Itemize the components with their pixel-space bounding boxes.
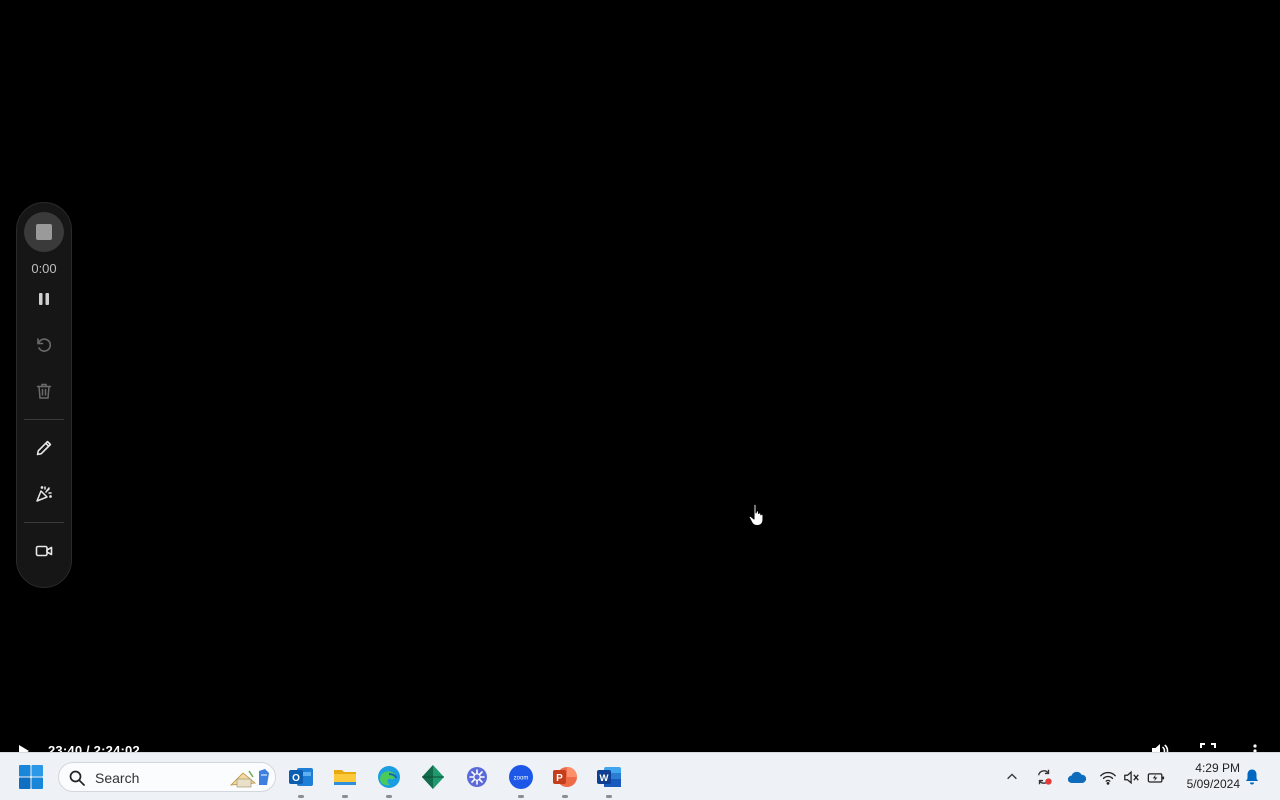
effects-button[interactable] (24, 474, 64, 514)
taskbar-search-box[interactable]: Search (58, 762, 276, 792)
cloud-icon (1067, 771, 1087, 783)
video-camera-icon (35, 545, 53, 557)
camera-button[interactable] (24, 531, 64, 571)
word-app-icon[interactable]: W (594, 762, 624, 798)
outlook-icon: O (289, 768, 313, 786)
windows-start-icon[interactable] (18, 764, 44, 790)
search-highlight-illustration-icon (229, 769, 269, 788)
recording-timer: 0:00 (31, 261, 57, 276)
green-diamond-icon (422, 765, 444, 789)
chevron-up-icon (1007, 773, 1017, 780)
pause-button[interactable] (24, 279, 64, 319)
powerpoint-app-icon[interactable]: P (550, 762, 580, 798)
recording-toolbar: 0:00 (16, 202, 72, 588)
battery-charging-icon (1147, 772, 1165, 783)
speaker-muted-icon (1124, 770, 1139, 784)
outlook-app-icon[interactable]: O (286, 762, 316, 798)
file-explorer-app-icon[interactable] (330, 762, 360, 798)
stop-recording-button[interactable] (24, 212, 64, 252)
clock-date: 5/09/2024 (1186, 777, 1240, 791)
powerpoint-icon: P (553, 767, 577, 787)
pause-icon (39, 293, 49, 305)
zoom-icon: zoom (509, 765, 533, 789)
search-icon (69, 770, 85, 786)
stop-icon (36, 224, 52, 240)
search-label: Search (95, 770, 140, 786)
volume-muted-button[interactable] (1122, 767, 1142, 787)
clock-time: 4:29 PM (1195, 761, 1240, 775)
taskbar: Search O zoom P W 4:29 PM 5/09/2024 (0, 752, 1280, 800)
confetti-icon (36, 486, 52, 502)
settings-app-icon[interactable] (462, 762, 492, 792)
restart-icon (37, 338, 52, 352)
toolbar-divider (24, 522, 64, 523)
notification-bell-icon[interactable] (1244, 768, 1260, 786)
hand-cursor-icon (748, 503, 764, 527)
trash-icon (36, 383, 52, 399)
restart-button[interactable] (24, 325, 64, 365)
taskbar-clock[interactable]: 4:29 PM 5/09/2024 (1174, 760, 1240, 792)
onedrive-button[interactable] (1066, 767, 1088, 787)
folder-icon (334, 770, 356, 785)
edge-app-icon[interactable] (374, 762, 404, 798)
svg-text:O: O (292, 773, 300, 784)
sync-status-button[interactable] (1034, 767, 1054, 787)
wifi-icon (1100, 771, 1116, 785)
battery-button[interactable] (1146, 767, 1166, 787)
pencil-icon (36, 440, 52, 456)
word-icon: W (597, 767, 621, 787)
svg-text:W: W (600, 773, 609, 784)
draw-button[interactable] (24, 428, 64, 468)
wifi-button[interactable] (1098, 767, 1118, 787)
gear-icon (467, 767, 487, 787)
svg-text:zoom: zoom (514, 776, 529, 782)
toolbar-divider (24, 419, 64, 420)
zoom-app-icon[interactable]: zoom (506, 762, 536, 798)
svg-text:P: P (556, 773, 563, 784)
delete-button[interactable] (24, 371, 64, 411)
show-hidden-icons-button[interactable] (1004, 767, 1020, 787)
diamond-app-icon[interactable] (418, 762, 448, 792)
edge-browser-icon (378, 766, 400, 788)
sync-icon (1037, 769, 1052, 785)
